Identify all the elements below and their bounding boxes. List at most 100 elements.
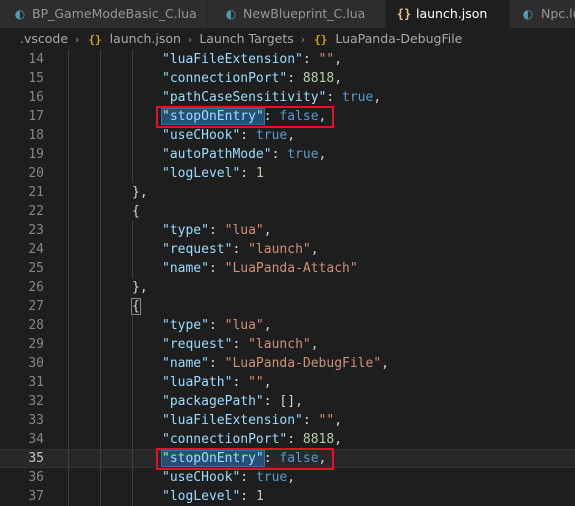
indent-guide xyxy=(68,297,69,316)
code-text: }, xyxy=(132,280,148,295)
indent-guide xyxy=(100,221,101,240)
line-number: 17 xyxy=(28,109,44,124)
line-number: 29 xyxy=(28,337,44,352)
line-number: 21 xyxy=(28,185,44,200)
code-text: { xyxy=(131,298,141,315)
code-line[interactable]: 17 "stopOnEntry": false, xyxy=(0,107,575,126)
code-text: "stopOnEntry": false, xyxy=(161,108,327,125)
breadcrumb: .vscode › {} launch.json › Launch Target… xyxy=(0,28,575,50)
code-line[interactable]: 15 "connectionPort": 8818, xyxy=(0,69,575,88)
indent-guide xyxy=(100,468,101,487)
indent-guide xyxy=(100,297,101,316)
code-text: "connectionPort": 8818, xyxy=(162,71,343,86)
indent-guide xyxy=(68,107,69,126)
code-line[interactable]: 22 { xyxy=(0,202,575,221)
tab-label: NewBlueprint_C.lua xyxy=(243,6,366,21)
indent-guide xyxy=(100,259,101,278)
code-line[interactable]: 34 "connectionPort": 8818, xyxy=(0,430,575,449)
tab-launch-json[interactable]: {} launch.json xyxy=(386,0,510,28)
line-number: 37 xyxy=(28,489,44,504)
indent-guide xyxy=(100,145,101,164)
indent-guide xyxy=(132,126,133,145)
code-line[interactable]: 31 "luaPath": "", xyxy=(0,373,575,392)
indent-guide xyxy=(100,202,101,221)
tab-label: Npc.lu xyxy=(541,6,575,21)
indent-guide xyxy=(132,107,133,126)
indent-guide xyxy=(132,335,133,354)
code-line[interactable]: 30 "name": "LuaPanda-DebugFile", xyxy=(0,354,575,373)
line-number: 35 xyxy=(28,451,44,466)
code-text: { xyxy=(132,204,140,219)
line-number: 24 xyxy=(28,242,44,257)
tab-bp-gamemodebasic[interactable]: ◐ BP_GameModeBasic_C.lua xyxy=(0,0,208,28)
code-text: "request": "launch", xyxy=(162,242,319,257)
line-number: 16 xyxy=(28,90,44,105)
code-line[interactable]: 23 "type": "lua", xyxy=(0,221,575,240)
indent-guide xyxy=(68,88,69,107)
json-braces-icon: {} xyxy=(314,33,328,46)
indent-guide xyxy=(132,468,133,487)
code-editor[interactable]: 14 "luaFileExtension": "", 15 "connectionPo… xyxy=(0,50,575,506)
line-number: 14 xyxy=(28,52,44,67)
code-line[interactable]: 37 "logLevel": 1 xyxy=(0,487,575,506)
code-line[interactable]: 32 "packagePath": [], xyxy=(0,392,575,411)
indent-guide xyxy=(68,373,69,392)
indent-guide xyxy=(68,430,69,449)
tab-npc[interactable]: ◐ Npc.lu xyxy=(510,0,575,28)
code-line[interactable]: 19 "autoPathMode": true, xyxy=(0,145,575,164)
indent-guide xyxy=(100,354,101,373)
line-number: 34 xyxy=(28,432,44,447)
indent-guide xyxy=(68,183,69,202)
code-line[interactable]: 16 "pathCaseSensitivity": true, xyxy=(0,88,575,107)
indent-guide xyxy=(100,411,101,430)
code-line[interactable]: 21}, xyxy=(0,183,575,202)
code-line[interactable]: 26}, xyxy=(0,278,575,297)
line-number: 30 xyxy=(28,356,44,371)
code-text: "connectionPort": 8818, xyxy=(162,432,343,447)
code-text: "pathCaseSensitivity": true, xyxy=(162,90,382,105)
code-line[interactable]: 33 "luaFileExtension": "", xyxy=(0,411,575,430)
code-text: "request": "launch", xyxy=(162,337,319,352)
code-line[interactable]: 29 "request": "launch", xyxy=(0,335,575,354)
indent-guide xyxy=(68,259,69,278)
code-line[interactable]: 24 "request": "launch", xyxy=(0,240,575,259)
json-braces-icon: {} xyxy=(396,7,412,21)
breadcrumb-folder[interactable]: .vscode xyxy=(20,28,68,50)
tab-label: BP_GameModeBasic_C.lua xyxy=(32,6,197,21)
line-number: 32 xyxy=(28,394,44,409)
code-text: "luaFileExtension": "", xyxy=(162,52,343,67)
indent-guide xyxy=(132,88,133,107)
code-line[interactable]: 18 "useCHook": true, xyxy=(0,126,575,145)
line-number: 26 xyxy=(28,280,44,295)
code-text: }, xyxy=(132,185,148,200)
line-number: 15 xyxy=(28,71,44,86)
tab-newblueprint[interactable]: ◐ NewBlueprint_C.lua xyxy=(208,0,386,28)
indent-guide xyxy=(68,50,69,69)
line-number: 27 xyxy=(28,299,44,314)
indent-guide xyxy=(132,487,133,506)
breadcrumb-file[interactable]: launch.json xyxy=(110,28,181,50)
indent-guide xyxy=(100,373,101,392)
line-number: 18 xyxy=(28,128,44,143)
code-text: "luaPath": "", xyxy=(162,375,272,390)
indent-guide xyxy=(68,126,69,145)
code-line[interactable]: 20 "logLevel": 1 xyxy=(0,164,575,183)
json-braces-icon: {} xyxy=(88,33,102,46)
breadcrumb-debugfile[interactable]: LuaPanda-DebugFile xyxy=(335,28,462,50)
breadcrumb-launch-targets[interactable]: Launch Targets xyxy=(199,28,293,50)
lua-moon-icon: ◐ xyxy=(14,7,26,21)
code-text: "useCHook": true, xyxy=(162,128,296,143)
code-text: "stopOnEntry": false, xyxy=(161,450,327,467)
code-line[interactable]: 36 "useCHook": true, xyxy=(0,468,575,487)
code-line[interactable]: 14 "luaFileExtension": "", xyxy=(0,50,575,69)
indent-guide xyxy=(68,69,69,88)
line-number: 33 xyxy=(28,413,44,428)
code-line[interactable]: 27 { xyxy=(0,297,575,316)
code-line[interactable]: 25 "name": "LuaPanda-Attach" xyxy=(0,259,575,278)
code-line[interactable]: 28 "type": "lua", xyxy=(0,316,575,335)
indent-guide xyxy=(100,430,101,449)
indent-guide xyxy=(132,50,133,69)
code-line[interactable]: 35 "stopOnEntry": false, xyxy=(0,449,575,468)
code-text: "logLevel": 1 xyxy=(162,166,264,181)
indent-guide xyxy=(100,316,101,335)
